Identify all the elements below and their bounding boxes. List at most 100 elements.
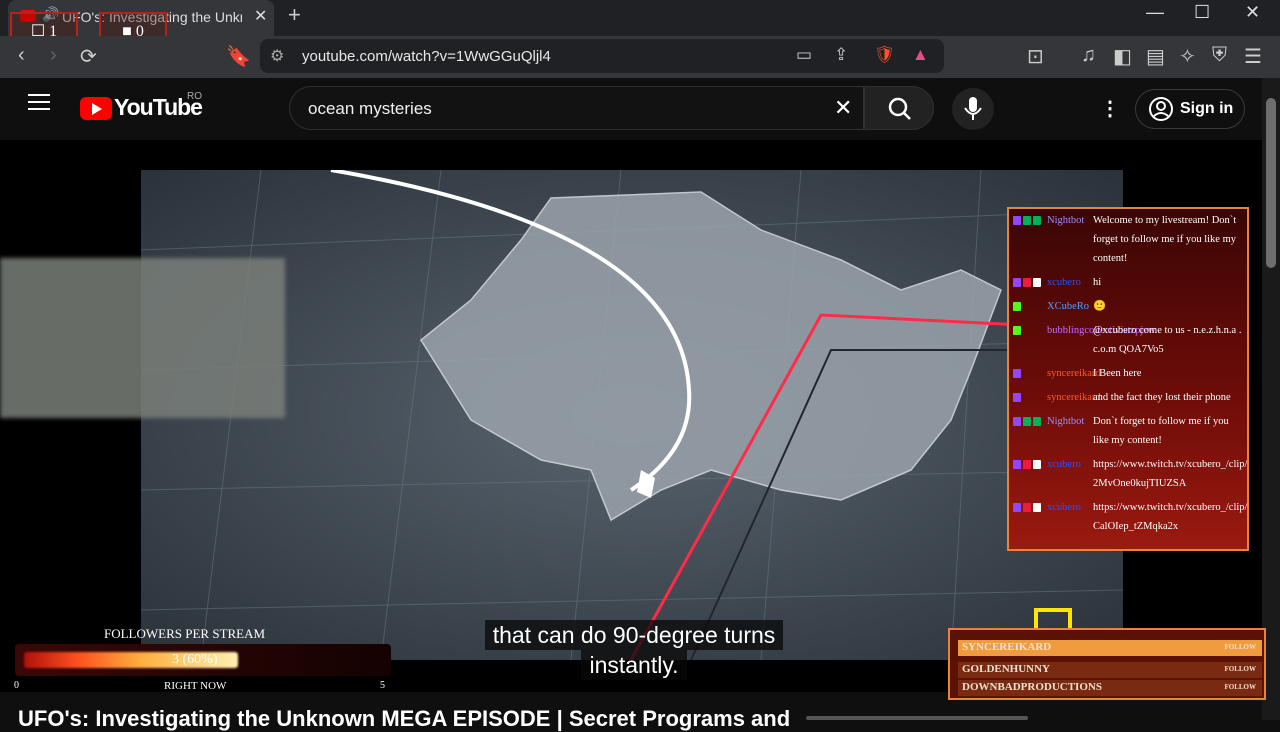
- badge-icon: [1013, 326, 1021, 336]
- badge-icon: [1023, 503, 1031, 513]
- chat-username: syncereikard: [1047, 392, 1101, 403]
- search-input[interactable]: ocean mysteries ✕: [289, 86, 864, 130]
- follower-row: SYNCEREIKARD FOLLOW: [958, 640, 1262, 656]
- chat-username: syncereikard: [1047, 368, 1101, 379]
- follower-row: GOLDENHUNNY FOLLOW: [958, 662, 1262, 678]
- progress-min: 0: [14, 680, 19, 691]
- caption-line: instantly.: [581, 650, 687, 680]
- voice-search-button[interactable]: [952, 88, 994, 130]
- badge-icon: [1013, 503, 1021, 513]
- chat-text: Welcome to my livestream! Don`t forget t…: [1093, 215, 1237, 264]
- browser-menu-icon[interactable]: ☰: [1244, 44, 1262, 69]
- chat-message-list: Nightbot Welcome to my livestream! Don`t …: [1009, 209, 1247, 539]
- share-icon[interactable]: ⇪: [834, 45, 848, 65]
- leo-ai-icon[interactable]: ✧: [1179, 44, 1196, 69]
- video-captions: that can do 90-degree turns instantly.: [474, 620, 794, 680]
- caption-line: that can do 90-degree turns: [484, 620, 784, 650]
- address-bar[interactable]: ⚙ youtube.com/watch?v=1WwGGuQljl4 ▭ ⇪ 🛡 …: [260, 39, 944, 73]
- chat-message: Nightbot Don`t forget to follow me if you…: [1009, 410, 1247, 453]
- maximize-button[interactable]: ☐: [1194, 2, 1210, 23]
- media-icon[interactable]: ♫: [1081, 44, 1096, 67]
- minimize-button[interactable]: —: [1146, 2, 1164, 23]
- recent-followers-panel: SYNCEREIKARD FOLLOW GOLDENHUNNY FOLLOW D…: [948, 628, 1266, 700]
- chat-username: bubblingcollectivistzpjew: [1047, 325, 1156, 336]
- cast-icon[interactable]: ▭: [796, 45, 812, 65]
- video-title[interactable]: UFO's: Investigating the Unknown MEGA EP…: [18, 706, 790, 732]
- sidebar-icon[interactable]: ◧: [1113, 44, 1132, 69]
- chat-text: Don`t forget to follow me if you like my…: [1093, 416, 1229, 446]
- badge-icon: [1033, 278, 1041, 288]
- chat-badges: [1013, 455, 1047, 474]
- browser-nav-bar: ‹ › ⟳ 🔖 ⚙ youtube.com/watch?v=1WwGGuQljl…: [0, 36, 1280, 78]
- region-code: RO: [187, 91, 202, 102]
- chat-badges: [1013, 297, 1047, 316]
- url-text[interactable]: youtube.com/watch?v=1WwGGuQljl4: [302, 48, 551, 65]
- search-query[interactable]: ocean mysteries: [308, 99, 432, 119]
- sign-in-button[interactable]: Sign in: [1135, 89, 1245, 129]
- chat-message: XCubeRo 🙂: [1009, 295, 1247, 319]
- video-frame[interactable]: [141, 170, 1123, 660]
- scrollbar-thumb[interactable]: [1266, 98, 1276, 268]
- chat-text: I Been here: [1093, 368, 1142, 379]
- hamburger-menu-icon[interactable]: [28, 94, 50, 112]
- chat-text: @xcubero come to us - n.e.z.h.n.a . c.o.…: [1093, 325, 1242, 355]
- account-icon: [1149, 97, 1173, 121]
- chat-username: Nightbot: [1047, 215, 1085, 226]
- followers-per-stream-widget: FOLLOWERS PER STREAM 3 (60%) 0 RIGHT NOW…: [12, 624, 392, 694]
- chat-badges: [1013, 412, 1047, 431]
- chat-message: syncereikardI Been here: [1009, 362, 1247, 386]
- badge-icon: [1013, 393, 1021, 403]
- page-scrollbar[interactable]: [1262, 78, 1280, 720]
- new-tab-button[interactable]: +: [288, 2, 301, 28]
- bookmark-icon[interactable]: 🔖: [226, 44, 251, 69]
- chat-badges: [1013, 321, 1047, 340]
- search-icon: [888, 97, 911, 120]
- forward-icon[interactable]: ›: [50, 44, 57, 67]
- chat-text: 🙂: [1093, 301, 1107, 312]
- follow-label: FOLLOW: [1224, 665, 1256, 673]
- youtube-header: YouTube RO ocean mysteries ✕ ⋮ Sign in: [0, 78, 1262, 140]
- chat-text: and the fact they lost their phone: [1093, 392, 1231, 403]
- widget-title: FOLLOWERS PER STREAM: [104, 626, 266, 641]
- vpn-icon[interactable]: ⛨: [1212, 44, 1227, 67]
- microphone-icon: [964, 97, 982, 120]
- follow-label: FOLLOW: [1224, 643, 1256, 651]
- badge-icon: [1033, 216, 1041, 226]
- chat-badges: [1013, 498, 1047, 517]
- chat-message: Nightbot Welcome to my livestream! Don`t …: [1009, 209, 1247, 271]
- badge-icon: [1013, 417, 1021, 427]
- close-tab-icon[interactable]: ✕: [254, 6, 267, 26]
- progress-value: 3 (60%): [172, 652, 218, 667]
- badge-icon: [1033, 460, 1041, 470]
- clear-search-icon[interactable]: ✕: [834, 95, 852, 121]
- badge-icon: [1033, 417, 1041, 427]
- more-options-icon[interactable]: ⋮: [1100, 96, 1120, 121]
- wallet-icon[interactable]: ▤: [1146, 44, 1165, 69]
- follower-name: SYNCEREIKARD: [962, 641, 1052, 653]
- follow-label: FOLLOW: [1224, 683, 1256, 691]
- search-button[interactable]: [864, 86, 934, 130]
- brave-shields-icon[interactable]: 🛡: [874, 45, 896, 65]
- badge-icon: [1023, 460, 1031, 470]
- chat-username: xcubero: [1047, 459, 1081, 470]
- site-settings-icon[interactable]: ⚙: [270, 46, 284, 66]
- chat-badges: [1013, 211, 1047, 230]
- recommended-video-thumbnail[interactable]: [806, 716, 1028, 720]
- chat-badges: [1013, 388, 1047, 407]
- badge-icon: [1013, 302, 1021, 312]
- badge-icon: [1023, 216, 1031, 226]
- progress-max: 5: [380, 680, 385, 691]
- map-animation-image: [141, 170, 1123, 660]
- follower-name: DOWNBADPRODUCTIONS: [962, 681, 1102, 693]
- chat-username: Nightbot: [1047, 416, 1085, 427]
- chat-username: xcubero: [1047, 277, 1081, 288]
- badge-icon: [1013, 216, 1021, 226]
- reader-mode-icon[interactable]: ⊡: [1027, 44, 1044, 69]
- back-icon[interactable]: ‹: [18, 44, 25, 67]
- youtube-logo-icon[interactable]: [80, 97, 112, 120]
- follower-row: DOWNBADPRODUCTIONS FOLLOW: [958, 680, 1262, 696]
- reload-icon[interactable]: ⟳: [80, 44, 97, 69]
- close-window-button[interactable]: ✕: [1245, 2, 1260, 23]
- chat-username: xcubero: [1047, 502, 1081, 513]
- brave-rewards-icon[interactable]: ▲: [912, 45, 929, 65]
